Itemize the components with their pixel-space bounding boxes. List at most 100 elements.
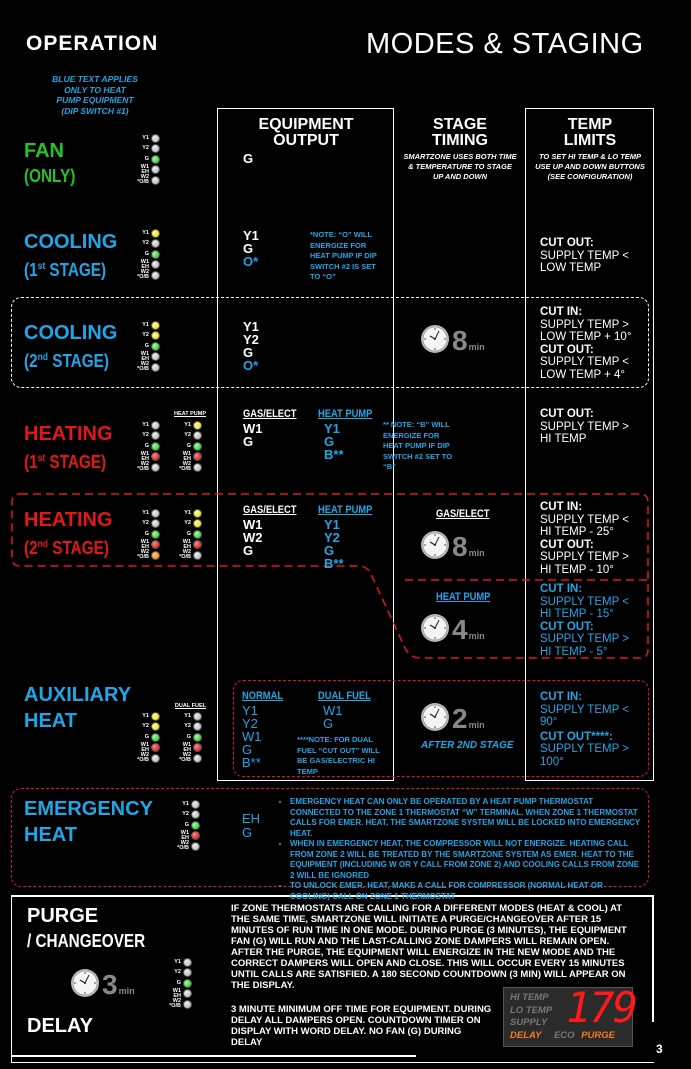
equipment-output: B** <box>242 755 261 770</box>
stage-suffix: st <box>37 453 46 464</box>
led-indicator-red <box>151 743 160 753</box>
stage-text: STAGE) <box>47 538 109 558</box>
led-indicator-gray <box>151 133 160 143</box>
led-label: Y1 <box>184 712 191 719</box>
aux-normal-equipment: NORMAL Y1 Y2 W1 G B** <box>242 686 290 769</box>
equipment-output: G <box>323 716 334 731</box>
cut-out-label: CUT OUT****: <box>540 730 613 743</box>
led-row: Y1 <box>130 711 160 722</box>
stage-text: STAGE) <box>45 260 107 280</box>
emergency-heat-mode: EMERGENCY HEAT <box>24 796 153 848</box>
temp-line: SUPPLY TEMP < <box>540 356 629 368</box>
led-row: Y2 <box>172 431 202 442</box>
cut-in-label: CUT IN: <box>540 691 583 703</box>
led-indicator-gray <box>183 968 192 978</box>
led-row: W2 *O/B <box>130 175 160 186</box>
subtitle-line: (SEE CONFIGURATION) <box>547 172 633 181</box>
equipment-output-header: EQUIPMENT OUTPUT <box>218 117 394 149</box>
display-delay-indicator: DELAY <box>510 1029 542 1041</box>
led-label: G <box>186 733 191 740</box>
purge-description: IF ZONE THERMOSTATS ARE CALLING FOR A DI… <box>231 903 627 991</box>
mode-title: COOLING <box>24 322 118 344</box>
led-indicator-yellow <box>151 722 160 732</box>
led-indicator-yellow <box>193 508 202 518</box>
led-row: G <box>130 732 160 743</box>
led-indicator-gray <box>151 260 160 270</box>
heating1-temp-limits: CUT OUT: SUPPLY TEMP > HI TEMP <box>540 408 652 446</box>
cooling-2nd-stage-mode: COOLING (2nd STAGE) <box>24 320 124 373</box>
led-label: W1 EH <box>140 350 149 362</box>
temp-line: SUPPLY TEMP < <box>540 249 629 262</box>
temp-line: HI TEMP <box>540 433 587 445</box>
display-countdown-value: 179 <box>566 983 638 1032</box>
led-indicator-gray <box>183 957 192 967</box>
timer-value: 8 <box>452 531 468 562</box>
subtitle-line: USE UP AND DOWN BUTTONS <box>535 162 645 171</box>
led-label: W2 *O/B <box>137 361 149 373</box>
led-label: W1 EH <box>180 829 189 841</box>
led-indicator-gray <box>191 810 200 820</box>
led-row: Y2 <box>130 722 160 733</box>
led-label: W1 EH <box>140 258 149 270</box>
timer-value: 3 <box>102 969 118 1000</box>
led-label: W2 *O/B <box>179 752 191 764</box>
fan-led-panel: Y1 Y2 G W1 EH W2 *O/B <box>130 133 160 186</box>
heating2-led-panel: Y1 Y2 G W1 EH W2 *O/B <box>130 508 160 561</box>
emergency-led-panel: Y1 Y2 G W1 EH W2 *O/B <box>170 799 200 852</box>
cooling1-equipment: Y1 G O* <box>243 229 259 268</box>
timer-unit: min <box>468 720 485 730</box>
led-indicator-gray <box>151 431 160 441</box>
temp-limits-subtitle: TO SET HI TEMP & LO TEMP USE UP AND DOWN… <box>526 152 654 182</box>
led-row: Y2 <box>130 431 160 442</box>
led-row: W2 *O/B <box>172 462 202 473</box>
timer-unit: min <box>118 986 135 996</box>
led-row: W2 *O/B <box>130 753 160 764</box>
temp-line: SUPPLY TEMP < <box>540 513 629 526</box>
led-label: Y1 <box>142 421 149 428</box>
delay-title: DELAY <box>27 1015 93 1037</box>
led-label: W2 *O/B <box>137 549 149 561</box>
led-indicator-green <box>183 978 192 988</box>
led-label: Y1 <box>182 800 189 807</box>
led-label: W1 EH <box>140 741 149 753</box>
purge-led-panel: Y1 Y2 G W1 EH W2 *O/B <box>162 957 192 1010</box>
led-indicator-green <box>151 529 160 539</box>
led-row: G <box>130 529 160 540</box>
blue-note-line: (DIP SWITCH #1) <box>61 105 129 116</box>
clock-icon <box>71 969 99 997</box>
stage-suffix: nd <box>37 352 48 363</box>
clock-icon <box>421 531 449 559</box>
equipment-output: B** <box>324 447 344 462</box>
heating2-hp-timer-header: HEAT PUMP <box>436 587 500 605</box>
heating1-heat-pump-equipment: HEAT PUMP Y1 G B** <box>318 404 382 461</box>
temp-line: SUPPLY TEMP > <box>540 318 629 331</box>
stage-timing-header: STAGE TIMING <box>396 117 524 149</box>
stage-text: STAGE) <box>47 351 109 371</box>
led-indicator-gray <box>151 144 160 154</box>
thermostat-display: HI TEMP LO TEMP SUPPLY DELAY ECO PURGE 1… <box>503 983 638 1047</box>
led-row: Y1 <box>172 711 202 722</box>
temp-line: HI TEMP - 10° <box>540 563 614 576</box>
led-label: Y2 <box>182 811 189 818</box>
led-label: Y2 <box>184 520 191 527</box>
equipment-output: G <box>243 434 254 449</box>
aux-timer-caption: AFTER 2ND STAGE <box>421 740 514 751</box>
led-indicator-red <box>193 452 202 462</box>
led-row: Y1 <box>130 508 160 519</box>
led-row: Y1 <box>130 133 160 144</box>
led-indicator-gray <box>151 175 160 185</box>
led-indicator-red <box>151 540 160 550</box>
led-indicator-gray <box>151 420 160 430</box>
mode-subtitle: (1st STAGE) <box>24 452 107 472</box>
fan-mode: FAN (ONLY) <box>24 138 84 188</box>
emergency-note: TO UNLOCK EMER. HEAT, MAKE A CALL FOR CO… <box>290 881 644 902</box>
led-label: G <box>186 442 191 449</box>
led-indicator-green <box>191 820 200 830</box>
led-label: G <box>144 342 149 349</box>
led-row: Y2 <box>130 144 160 155</box>
heating2-gas-stage-timer: 8 min <box>420 530 485 562</box>
header-line: OUTPUT <box>273 132 339 149</box>
mode-title: HEATING <box>24 423 113 445</box>
equipment-output: B** <box>324 556 344 571</box>
header-line: LIMITS <box>563 132 617 149</box>
